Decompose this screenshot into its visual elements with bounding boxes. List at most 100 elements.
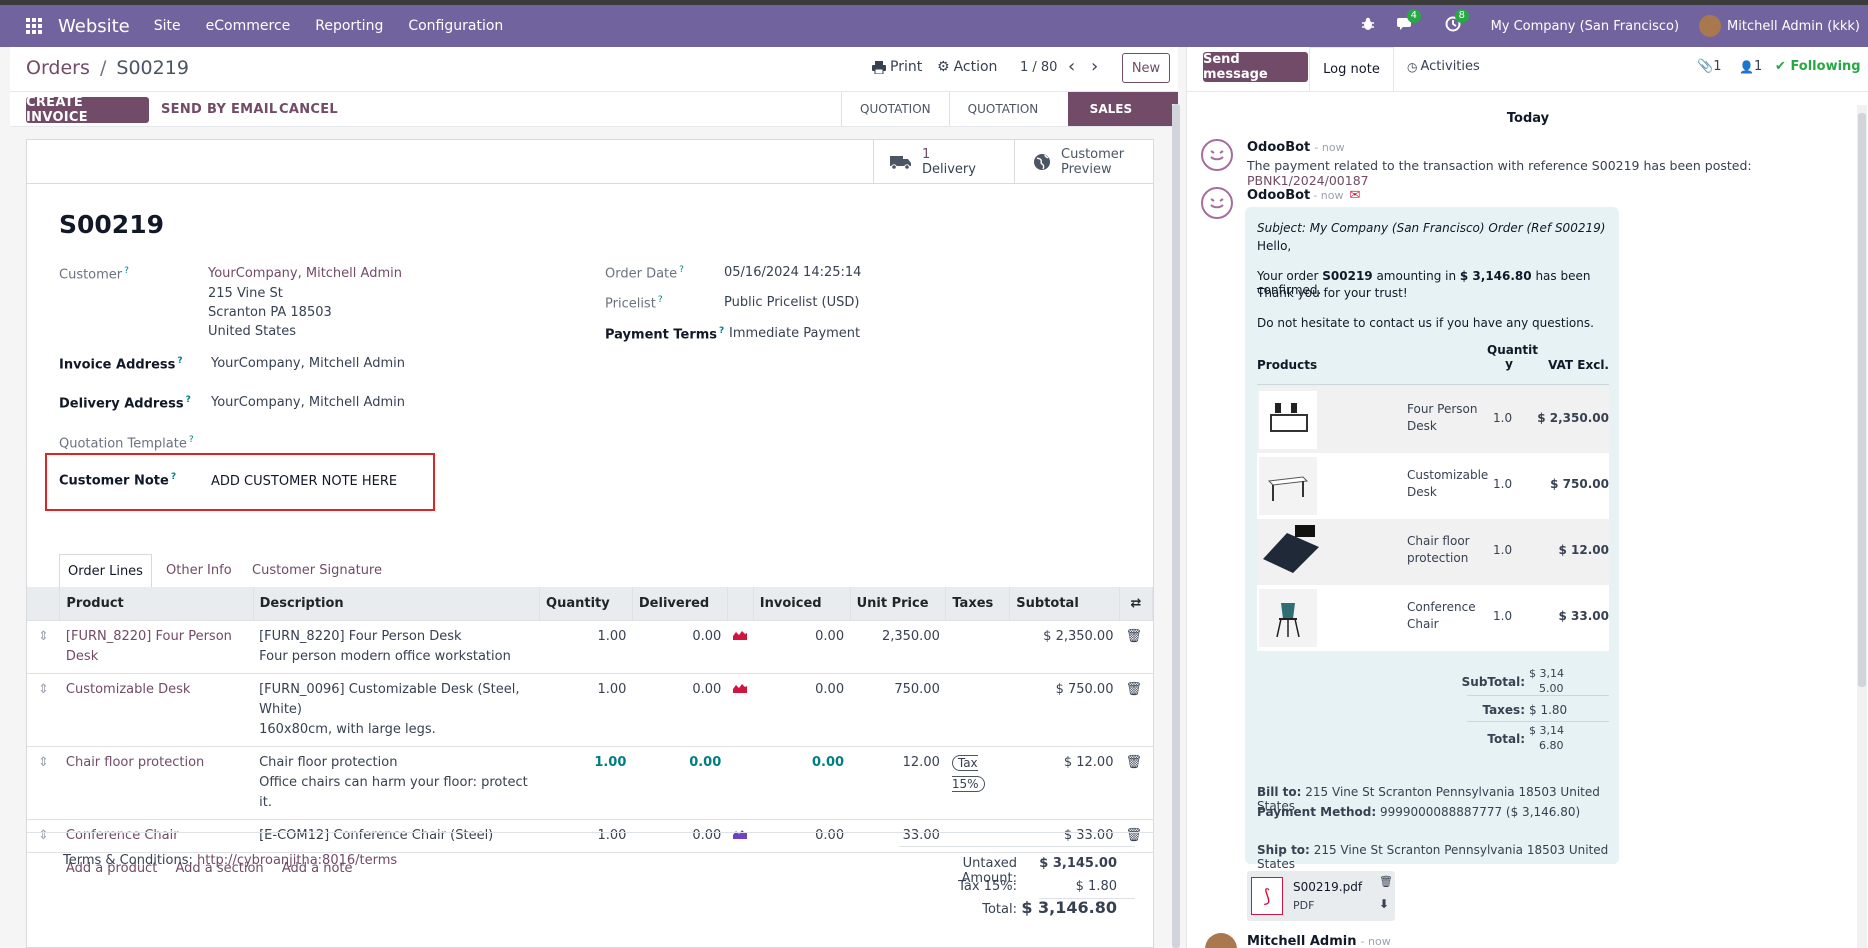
table-row[interactable]: ⇕ Conference Chair [E-COM12] Conference … — [27, 818, 1153, 852]
line-product[interactable]: Chair floor protection — [59, 745, 254, 819]
attachment-card[interactable]: ⟆ S00219.pdf PDF 🗑 ⬇ — [1247, 871, 1395, 921]
table-row[interactable]: ⇕ Customizable Desk [FURN_0096] Customiz… — [27, 672, 1153, 746]
trash-icon[interactable]: 🗑 — [1119, 672, 1153, 746]
terms-link[interactable]: http://cybroanjitha:8016/terms — [197, 853, 397, 868]
forecast-chart-icon[interactable] — [727, 672, 754, 746]
line-description[interactable]: [FURN_0096] Customizable Desk (Steel, Wh… — [253, 672, 540, 746]
activities-clock-icon[interactable]: 8 — [1445, 9, 1469, 36]
customer-field[interactable]: YourCompany, Mitchell Admin — [208, 266, 402, 281]
message-author[interactable]: OdooBot — [1247, 140, 1310, 155]
line-description[interactable]: Chair floor protection Office chairs can … — [253, 745, 540, 819]
line-quantity[interactable]: 1.00 — [539, 619, 633, 673]
line-taxes[interactable] — [945, 619, 1010, 673]
line-taxes[interactable]: Tax 15% — [945, 745, 1010, 819]
line-unit-price[interactable]: 33.00 — [850, 818, 946, 852]
chatter-scrollbar[interactable] — [1857, 105, 1867, 948]
app-brand[interactable]: Website — [58, 16, 130, 37]
menu-site[interactable]: Site — [154, 18, 181, 34]
company-switcher[interactable]: My Company (San Francisco) — [1491, 19, 1679, 34]
log-note-button[interactable]: Log note — [1309, 47, 1394, 91]
line-taxes[interactable] — [945, 672, 1010, 746]
delivery-address-field[interactable]: YourCompany, Mitchell Admin — [211, 395, 405, 410]
debug-bug-icon[interactable] — [1361, 17, 1375, 35]
tab-other-info[interactable]: Other Info — [166, 563, 232, 578]
customer-preview-button[interactable]: Customer Preview — [1014, 140, 1153, 184]
followers-button[interactable]: 👤 1 — [1739, 59, 1762, 74]
form-scroll-thumb[interactable] — [1172, 104, 1180, 948]
line-quantity[interactable]: 1.00 — [539, 818, 633, 852]
pager-previous-icon[interactable]: ‹ — [1068, 56, 1075, 77]
line-product[interactable]: Conference Chair — [59, 818, 254, 852]
forecast-chart-icon[interactable] — [727, 818, 754, 852]
header-taxes[interactable]: Taxes — [945, 587, 1011, 620]
payment-link[interactable]: PBNK1/2024/00187 — [1247, 173, 1369, 188]
menu-ecommerce[interactable]: eCommerce — [206, 18, 291, 34]
user-avatar[interactable] — [1699, 15, 1722, 37]
invoice-address-field[interactable]: YourCompany, Mitchell Admin — [211, 356, 405, 371]
user-menu[interactable]: Mitchell Admin (kkk) — [1727, 19, 1860, 34]
attachments-button[interactable]: 📎 1 — [1697, 59, 1721, 74]
delivery-smart-button[interactable]: 1 Delivery — [873, 140, 1014, 184]
trash-icon[interactable]: 🗑 — [1119, 745, 1153, 819]
send-message-button[interactable]: Send message — [1203, 52, 1308, 82]
header-description[interactable]: Description — [253, 587, 541, 620]
trash-icon[interactable]: 🗑 — [1119, 818, 1153, 852]
drag-handle-icon[interactable]: ⇕ — [27, 818, 60, 852]
create-invoice-button[interactable]: CREATE INVOICE — [26, 95, 149, 125]
message-author[interactable]: OdooBot — [1247, 188, 1310, 203]
header-product[interactable]: Product — [59, 587, 254, 620]
cancel-button[interactable]: CANCEL — [279, 102, 338, 117]
line-description[interactable]: [FURN_8220] Four Person Desk Four person … — [253, 619, 540, 673]
line-description[interactable]: [E-COM12] Conference Chair (Steel) — [253, 818, 540, 852]
pager-next-icon[interactable]: › — [1091, 56, 1098, 77]
activities-button[interactable]: ◷ Activities — [1407, 59, 1480, 74]
action-button[interactable]: ⚙ Action — [937, 59, 997, 75]
tab-customer-signature[interactable]: Customer Signature — [252, 563, 382, 578]
following-button[interactable]: ✔ Following — [1775, 59, 1861, 74]
stage-sales-order[interactable]: SALES ORDER — [1067, 92, 1178, 150]
message-author[interactable]: Mitchell Admin — [1247, 934, 1356, 948]
line-unit-price[interactable]: 750.00 — [850, 672, 946, 746]
line-product[interactable]: Customizable Desk — [59, 672, 254, 746]
drag-handle-icon[interactable]: ⇕ — [27, 745, 60, 819]
envelope-icon[interactable]: ✉ — [1349, 188, 1360, 203]
apps-menu-icon[interactable] — [16, 5, 52, 47]
header-subtotal[interactable]: Subtotal — [1009, 587, 1120, 620]
header-quantity[interactable]: Quantity — [539, 587, 633, 620]
stage-quotation-sent[interactable]: QUOTATION SENT — [948, 92, 1068, 150]
line-product[interactable]: [FURN_8220] Four Person Desk — [59, 619, 254, 673]
menu-reporting[interactable]: Reporting — [315, 18, 383, 34]
stage-quotation[interactable]: QUOTATION — [841, 92, 949, 126]
line-unit-price[interactable]: 12.00 — [850, 745, 946, 819]
forecast-chart-icon[interactable] — [727, 619, 754, 673]
menu-configuration[interactable]: Configuration — [408, 18, 503, 34]
order-date-field[interactable]: 05/16/2024 14:25:14 — [724, 265, 861, 280]
header-unit-price[interactable]: Unit Price — [850, 587, 947, 620]
trash-icon[interactable]: 🗑 — [1119, 619, 1153, 673]
line-taxes[interactable] — [945, 818, 1010, 852]
send-by-email-button[interactable]: SEND BY EMAIL — [161, 102, 277, 117]
new-button[interactable]: New — [1122, 53, 1170, 83]
header-delivered[interactable]: Delivered — [632, 587, 728, 620]
messages-icon[interactable]: 4 — [1396, 9, 1421, 36]
drag-handle-icon[interactable]: ⇕ — [27, 672, 60, 746]
payment-terms-field[interactable]: Immediate Payment — [729, 326, 860, 341]
drag-handle-icon[interactable]: ⇕ — [27, 619, 60, 673]
breadcrumb-orders[interactable]: Orders — [26, 57, 90, 79]
optional-columns-icon[interactable]: ⇄ — [1119, 587, 1154, 620]
line-quantity[interactable]: 1.00 — [539, 672, 633, 746]
pricelist-field[interactable]: Public Pricelist (USD) — [724, 295, 859, 310]
chatter-scroll-thumb[interactable] — [1858, 113, 1866, 687]
trash-icon[interactable]: 🗑 — [1379, 875, 1393, 888]
line-quantity[interactable]: 1.00 — [539, 745, 633, 819]
print-button[interactable]: Print — [872, 59, 922, 75]
table-row[interactable]: ⇕ [FURN_8220] Four Person Desk [FURN_822… — [27, 619, 1153, 673]
customer-note-field[interactable]: ADD CUSTOMER NOTE HERE — [211, 474, 397, 489]
download-icon[interactable]: ⬇ — [1379, 897, 1389, 911]
table-row[interactable]: ⇕ Chair floor protection Chair floor pro… — [27, 745, 1153, 819]
line-unit-price[interactable]: 2,350.00 — [850, 619, 946, 673]
header-invoiced[interactable]: Invoiced — [753, 587, 851, 620]
form-scrollbar[interactable] — [1172, 104, 1180, 948]
pager-value[interactable]: 1 / 80 — [1020, 60, 1057, 75]
tab-order-lines[interactable]: Order Lines — [59, 554, 152, 588]
